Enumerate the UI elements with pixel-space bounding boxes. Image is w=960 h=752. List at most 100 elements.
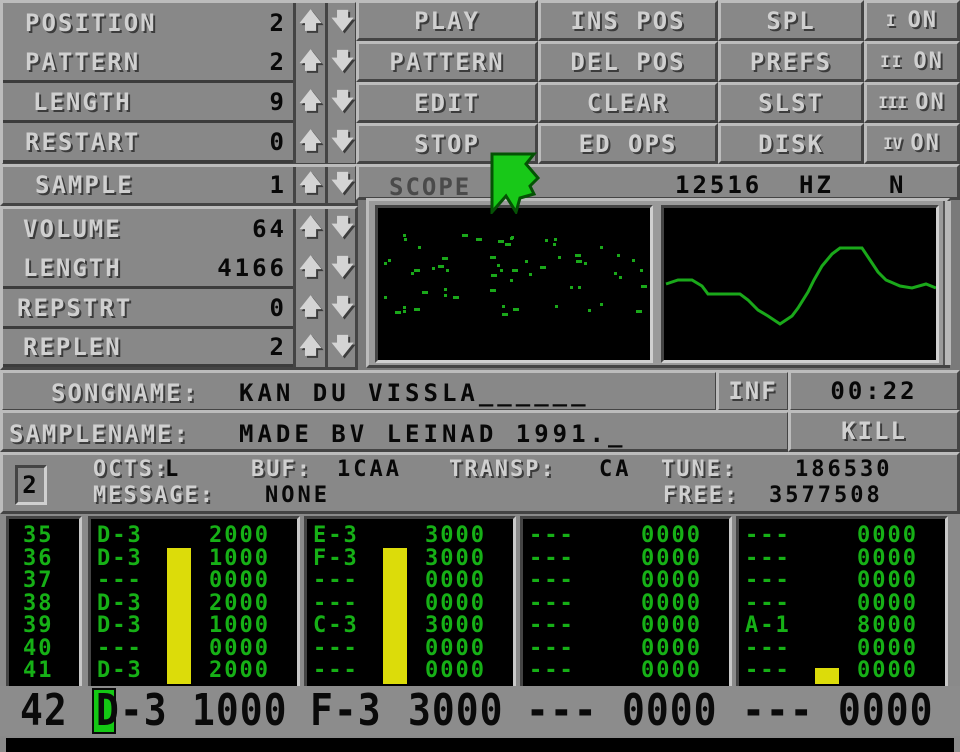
pattern-cell[interactable]: --- 0000 — [313, 659, 513, 683]
next-row-strip — [6, 738, 954, 752]
note: D-3 — [97, 523, 143, 548]
pattern-cell[interactable]: --- 0000 — [313, 568, 513, 593]
effect: 0000 — [857, 523, 918, 548]
channel-4-toggle[interactable]: IV ON — [864, 123, 960, 164]
position-down-arrow-icon[interactable]: 🡇 — [325, 3, 357, 43]
current-row[interactable]: 42 D-3 1000 F-3 3000 --- 0000 --- 0000 — [0, 686, 960, 736]
scope-dot — [545, 239, 548, 242]
restart-row: RESTART 0 — [3, 123, 293, 163]
track-1-column[interactable]: D-3 2000 D-3 1000 --- 0000 D-3 2000 D-3 1000 --- 00… — [88, 516, 300, 686]
repstrt-down-arrow-icon[interactable]: 🡇 — [325, 289, 357, 329]
pattern-cell[interactable]: F-3 3000 — [313, 547, 513, 571]
slst-button[interactable]: SLST — [718, 82, 864, 123]
pattern-cell[interactable]: --- 0000 — [97, 568, 297, 593]
scope-scrollbar[interactable] — [943, 201, 951, 365]
pattern-cell[interactable]: --- 0000 — [745, 547, 945, 571]
restart-up-arrow-icon[interactable]: 🡅 — [293, 123, 325, 163]
note: --- — [313, 568, 359, 593]
ins-pos-button[interactable]: INS POS — [538, 0, 718, 41]
pattern-cell[interactable]: --- 0000 — [529, 635, 729, 661]
replen-up-arrow-icon[interactable]: 🡅 — [293, 329, 325, 367]
scope-dot — [558, 256, 561, 259]
pattern-cell[interactable]: D-3 2000 — [97, 523, 297, 548]
note: --- — [529, 635, 575, 661]
sample-down-arrow-icon[interactable]: 🡇 — [325, 167, 357, 203]
pattern-cell[interactable]: --- 0000 — [529, 614, 729, 638]
length-up-arrow-icon[interactable]: 🡅 — [293, 83, 325, 123]
track-3-column[interactable]: --- 0000 --- 0000 --- 0000 --- 0000 --- 0000 --- 00… — [520, 516, 732, 686]
scope-dot — [540, 266, 546, 269]
pattern-cell[interactable]: C-3 3000 — [313, 614, 513, 638]
samplename-field[interactable]: MADE BV LEINAD 1991._ — [239, 422, 626, 446]
ed-ops-button[interactable]: ED OPS — [538, 123, 718, 164]
pattern-cell[interactable]: --- 0000 — [745, 659, 945, 683]
songname-field[interactable]: KAN DU VISSLA______ — [239, 381, 590, 405]
channel-toggles: I ON II ON III ON IV ON — [864, 0, 960, 166]
restart-label: RESTART — [25, 127, 141, 156]
pattern-cell[interactable]: E-3 3000 — [313, 524, 513, 548]
scope-dot — [403, 234, 406, 237]
scope-dot — [600, 303, 603, 306]
position-up-arrow-icon[interactable]: 🡅 — [293, 3, 325, 43]
sample-up-arrow-icon[interactable]: 🡅 — [293, 167, 325, 203]
scope-dot — [432, 267, 435, 270]
del-pos-button[interactable]: DEL POS — [538, 41, 718, 82]
scope-label[interactable]: SCOPE — [389, 173, 471, 201]
note: --- — [97, 568, 143, 593]
pattern-cell[interactable]: D-3 1000 — [97, 547, 297, 571]
current-track-3-effect: 0000 — [622, 684, 718, 736]
pattern-cell[interactable]: --- 0000 — [97, 637, 297, 661]
clear-button[interactable]: CLEAR — [538, 82, 718, 123]
position-label: POSITION — [25, 9, 157, 37]
pattern-cell[interactable]: --- 0000 — [745, 523, 945, 548]
scope-dot — [619, 276, 622, 279]
free-label: FREE: — [663, 483, 740, 508]
pattern-cell[interactable]: --- 0000 — [745, 637, 945, 661]
pattern-down-arrow-icon[interactable]: 🡇 — [325, 43, 357, 83]
pattern-cell[interactable]: --- 0000 — [745, 569, 945, 593]
disk-button[interactable]: DISK — [718, 123, 864, 164]
channel-2-toggle[interactable]: II ON — [864, 41, 960, 82]
samplename-panel: SAMPLENAME: MADE BV LEINAD 1991._ — [0, 410, 790, 452]
play-button[interactable]: PLAY — [356, 0, 538, 41]
pattern-cell[interactable]: --- 0000 — [313, 592, 513, 616]
pattern-cell[interactable]: A-1 8000 — [745, 614, 945, 638]
channel-3-toggle[interactable]: III ON — [864, 82, 960, 123]
pattern-cell[interactable]: --- 0000 — [745, 592, 945, 616]
pattern-cell[interactable]: --- 0000 — [529, 592, 729, 616]
pattern-cell[interactable]: D-3 2000 — [97, 592, 297, 616]
repstrt-up-arrow-icon[interactable]: 🡅 — [293, 289, 325, 329]
pattern-cell[interactable]: --- 0000 — [529, 569, 729, 593]
info-button[interactable]: INF — [716, 370, 790, 412]
octave-box[interactable]: 2 — [15, 465, 47, 505]
sample-length-up-arrow-icon[interactable]: 🡅 — [293, 249, 325, 289]
pattern-cell[interactable]: --- 0000 — [529, 547, 729, 571]
replen-down-arrow-icon[interactable]: 🡇 — [325, 329, 357, 367]
track-2-column[interactable]: E-3 3000 F-3 3000 --- 0000 --- 0000 C-3 3000 --- 00… — [304, 516, 516, 686]
right-scope — [661, 205, 939, 363]
row-number: 37 — [23, 568, 54, 593]
pattern-cell[interactable]: D-3 2000 — [97, 659, 297, 683]
pattern-cell[interactable]: --- 0000 — [529, 659, 729, 683]
track-4-column[interactable]: --- 0000 --- 0000 --- 0000 --- 0000 A-1 8000 --- 00… — [736, 516, 948, 686]
scope-mode: N — [889, 171, 907, 199]
scope-dot — [444, 288, 447, 291]
prefs-button[interactable]: PREFS — [718, 41, 864, 82]
pattern-cell[interactable]: --- 0000 — [529, 524, 729, 548]
kill-button[interactable]: KILL — [788, 410, 960, 452]
pattern-cell[interactable]: D-3 1000 — [97, 614, 297, 638]
restart-down-arrow-icon[interactable]: 🡇 — [325, 123, 357, 163]
channel-1-toggle[interactable]: I ON — [864, 0, 960, 41]
sample-length-down-arrow-icon[interactable]: 🡇 — [325, 249, 357, 289]
pattern-cell[interactable]: --- 0000 — [313, 637, 513, 661]
pattern-mode-button[interactable]: PATTERN — [356, 41, 538, 82]
length-down-arrow-icon[interactable]: 🡇 — [325, 83, 357, 123]
pattern-up-arrow-icon[interactable]: 🡅 — [293, 43, 325, 83]
song-length-value: 9 — [269, 87, 287, 116]
edit-button[interactable]: EDIT — [356, 82, 538, 123]
current-track-1-effect: 1000 — [192, 684, 288, 736]
volume-up-arrow-icon[interactable]: 🡅 — [293, 209, 325, 249]
spl-button[interactable]: SPL — [718, 0, 864, 41]
song-controls-panel: POSITION 2 PATTERN 2 LENGTH 9 RESTART 0 … — [0, 0, 358, 166]
volume-down-arrow-icon[interactable]: 🡇 — [325, 209, 357, 249]
